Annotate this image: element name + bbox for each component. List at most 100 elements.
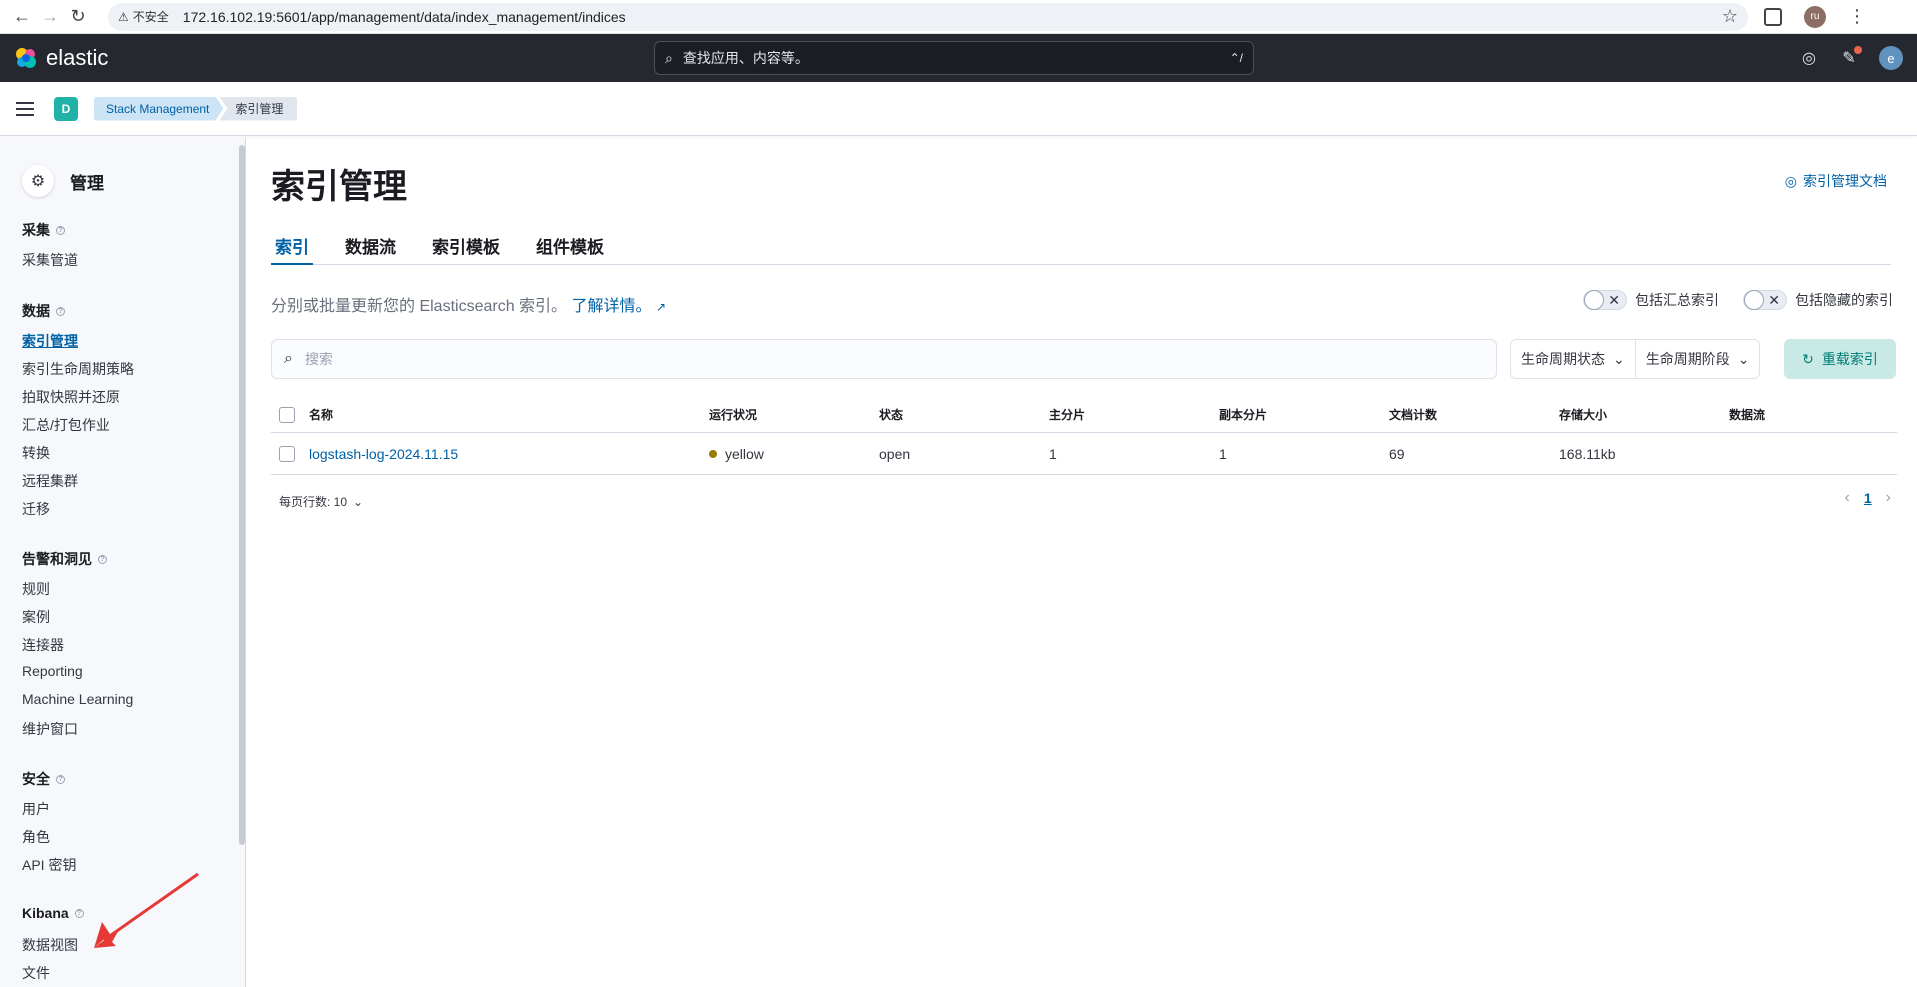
sidebar-item-roles[interactable]: 角色 bbox=[22, 827, 50, 847]
warning-icon: ⚠ bbox=[118, 9, 129, 24]
browser-menu-icon[interactable]: ⋮ bbox=[1848, 6, 1866, 27]
docs-link[interactable]: ◎ 索引管理文档 bbox=[1785, 171, 1887, 191]
user-avatar[interactable]: e bbox=[1879, 46, 1903, 70]
column-header-name[interactable]: 名称 bbox=[305, 406, 705, 423]
column-header-replicas[interactable]: 副本分片 bbox=[1215, 406, 1385, 423]
tab-component-templates[interactable]: 组件模板 bbox=[532, 233, 608, 265]
sidebar-group-data: 数据? bbox=[22, 301, 65, 321]
sidebar-item-migrate[interactable]: 迁移 bbox=[22, 499, 50, 519]
browser-toolbar: ← → ↻ ⚠ 不安全 172.16.102.19:5601/app/manag… bbox=[0, 0, 1917, 34]
next-page-icon[interactable]: › bbox=[1886, 489, 1891, 507]
table-header: 名称 运行状况 状态 主分片 副本分片 文档计数 存储大小 数据流 bbox=[271, 397, 1897, 433]
lifecycle-status-filter[interactable]: 生命周期状态 ⌄ bbox=[1511, 340, 1635, 378]
indices-table: 名称 运行状况 状态 主分片 副本分片 文档计数 存储大小 数据流 logsta… bbox=[271, 397, 1897, 475]
management-sidebar: ⚙ 管理 采集? 采集管道 数据? 索引管理 索引生命周期策略 拍取快照并还原 … bbox=[0, 137, 246, 987]
switch[interactable]: ✕ bbox=[1743, 290, 1787, 310]
tab-index-templates[interactable]: 索引模板 bbox=[428, 233, 504, 265]
help-icon[interactable]: ◎ bbox=[1799, 48, 1819, 68]
news-feed-icon[interactable]: ✎ bbox=[1839, 46, 1862, 68]
forward-icon[interactable]: → bbox=[36, 3, 64, 31]
info-icon: ? bbox=[98, 554, 107, 564]
main-content: 索引管理 ◎ 索引管理文档 索引 数据流 索引模板 组件模板 分别或批量更新您的… bbox=[247, 137, 1917, 987]
refresh-icon: ↻ bbox=[1802, 350, 1814, 367]
security-warning[interactable]: ⚠ 不安全 bbox=[118, 8, 169, 25]
include-rollup-toggle[interactable]: ✕ 包括汇总索引 bbox=[1583, 290, 1719, 310]
info-icon: ? bbox=[56, 774, 65, 784]
breadcrumb-stack-management[interactable]: Stack Management bbox=[94, 97, 223, 121]
lifecycle-phase-filter[interactable]: 生命周期阶段 ⌄ bbox=[1634, 340, 1760, 378]
address-bar[interactable]: ⚠ 不安全 172.16.102.19:5601/app/management/… bbox=[108, 2, 1748, 31]
sidebar-item-reporting[interactable]: Reporting bbox=[22, 663, 83, 679]
info-icon: ? bbox=[74, 908, 84, 918]
elastic-logo-icon bbox=[16, 48, 36, 68]
elastic-logo[interactable]: elastic bbox=[14, 45, 108, 71]
sidebar-item-ingest-pipelines[interactable]: 采集管道 bbox=[22, 250, 78, 270]
select-all-checkbox[interactable] bbox=[279, 406, 295, 423]
annotation-arrow-icon bbox=[94, 872, 199, 948]
sidebar-item-rules[interactable]: 规则 bbox=[22, 579, 50, 599]
sidebar-item-rollup-jobs[interactable]: 汇总/打包作业 bbox=[22, 415, 110, 435]
search-shortcut: ⌃/ bbox=[1229, 51, 1243, 65]
sidebar-item-api-keys[interactable]: API 密钥 bbox=[22, 855, 76, 875]
column-header-data-stream[interactable]: 数据流 bbox=[1725, 406, 1855, 423]
menu-icon[interactable] bbox=[16, 101, 34, 116]
external-link-icon: ↗ bbox=[655, 300, 667, 314]
global-search-input[interactable]: ⌕ 查找应用、内容等。 ⌃/ bbox=[654, 41, 1254, 75]
extensions-icon[interactable] bbox=[1764, 7, 1782, 26]
status-cell: open bbox=[879, 445, 911, 462]
sidebar-group-kibana: Kibana? bbox=[22, 905, 84, 921]
sidebar-title: ⚙ 管理 bbox=[22, 165, 104, 197]
column-header-docs-count[interactable]: 文档计数 bbox=[1385, 406, 1555, 423]
filter-group: 生命周期状态 ⌄ 生命周期阶段 ⌄ bbox=[1510, 339, 1761, 379]
sidebar-item-index-management[interactable]: 索引管理 bbox=[22, 331, 78, 351]
sidebar-item-users[interactable]: 用户 bbox=[22, 799, 50, 819]
pagination: ‹ 1 › bbox=[1845, 489, 1891, 507]
reload-indices-button[interactable]: ↻ 重载索引 bbox=[1784, 339, 1896, 379]
index-name-link[interactable]: logstash-log-2024.11.15 bbox=[305, 446, 705, 462]
breadcrumb-bar: D Stack Management 索引管理 bbox=[0, 82, 1917, 136]
back-icon[interactable]: ← bbox=[8, 3, 36, 31]
row-checkbox[interactable] bbox=[279, 445, 295, 462]
tab-data-streams[interactable]: 数据流 bbox=[341, 233, 400, 265]
profile-avatar[interactable]: ru bbox=[1804, 5, 1826, 28]
reload-icon[interactable]: ↻ bbox=[64, 3, 92, 31]
sidebar-item-ilm-policies[interactable]: 索引生命周期策略 bbox=[22, 359, 134, 379]
bookmark-star-icon[interactable]: ☆ bbox=[1722, 6, 1738, 27]
index-search-input[interactable]: ⌕ 搜索 bbox=[271, 339, 1497, 379]
column-header-health[interactable]: 运行状况 bbox=[705, 406, 875, 423]
sidebar-item-snapshot-restore[interactable]: 拍取快照并还原 bbox=[22, 387, 120, 407]
sidebar-item-files[interactable]: 文件 bbox=[22, 963, 50, 983]
sidebar-item-connectors[interactable]: 连接器 bbox=[22, 635, 64, 655]
sidebar-item-machine-learning[interactable]: Machine Learning bbox=[22, 691, 133, 707]
page-description: 分别或批量更新您的 Elasticsearch 索引。 了解详情。 ↗ bbox=[271, 298, 667, 315]
search-icon: ⌕ bbox=[284, 350, 293, 367]
sidebar-item-transforms[interactable]: 转换 bbox=[22, 443, 50, 463]
sidebar-group-ingest: 采集? bbox=[22, 220, 65, 240]
chevron-down-icon: ⌄ bbox=[1613, 350, 1625, 367]
space-avatar[interactable]: D bbox=[54, 96, 78, 121]
table-row: logstash-log-2024.11.15 yellow open 1 1 … bbox=[271, 433, 1897, 475]
url-text: 172.16.102.19:5601/app/management/data/i… bbox=[182, 8, 626, 25]
learn-more-link[interactable]: 了解详情。 bbox=[572, 298, 652, 315]
column-header-storage-size[interactable]: 存储大小 bbox=[1555, 406, 1725, 423]
previous-page-icon[interactable]: ‹ bbox=[1845, 489, 1850, 507]
column-header-primaries[interactable]: 主分片 bbox=[1045, 406, 1215, 423]
sidebar-item-remote-clusters[interactable]: 远程集群 bbox=[22, 471, 78, 491]
tab-indices[interactable]: 索引 bbox=[271, 233, 313, 265]
page-number[interactable]: 1 bbox=[1864, 490, 1872, 506]
sidebar-item-data-views[interactable]: 数据视图 bbox=[22, 935, 78, 955]
sidebar-item-maintenance-windows[interactable]: 维护窗口 bbox=[22, 719, 78, 739]
help-icon: ◎ bbox=[1784, 172, 1797, 189]
include-hidden-toggle[interactable]: ✕ 包括隐藏的索引 bbox=[1743, 290, 1893, 310]
sidebar-group-alerts-insights: 告警和洞见? bbox=[22, 549, 107, 569]
sidebar-scrollbar[interactable] bbox=[239, 145, 245, 845]
storage-size-cell: 168.11kb bbox=[1559, 445, 1616, 462]
search-icon: ⌕ bbox=[665, 49, 673, 66]
breadcrumb: Stack Management 索引管理 bbox=[94, 96, 298, 121]
column-header-status[interactable]: 状态 bbox=[875, 406, 1045, 423]
switch[interactable]: ✕ bbox=[1583, 290, 1627, 310]
sidebar-group-security: 安全? bbox=[22, 769, 65, 789]
breadcrumb-index-management: 索引管理 bbox=[219, 96, 298, 121]
sidebar-item-cases[interactable]: 案例 bbox=[22, 607, 50, 627]
rows-per-page-select[interactable]: 每页行数: 10 ⌄ bbox=[279, 493, 363, 510]
